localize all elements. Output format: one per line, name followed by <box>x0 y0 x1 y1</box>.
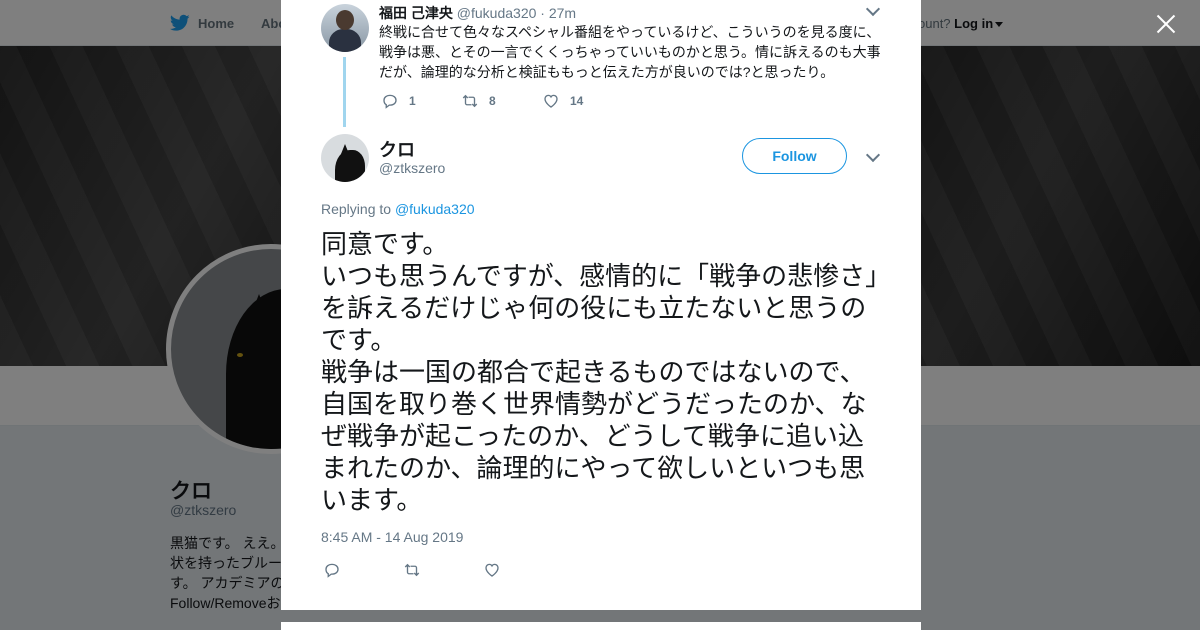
heart-icon <box>485 563 499 577</box>
tweet-author-name[interactable]: クロ <box>379 136 415 162</box>
like-button[interactable] <box>483 561 501 579</box>
retweet-button[interactable]: 8 <box>461 92 542 110</box>
chevron-down-icon[interactable] <box>865 147 881 163</box>
tweet-author-avatar[interactable] <box>321 134 369 182</box>
close-icon[interactable] <box>1154 12 1178 36</box>
replying-to-line: Replying to @fukuda320 <box>321 201 475 217</box>
retweet-button[interactable] <box>403 561 483 579</box>
retweet-icon <box>404 563 420 577</box>
retweet-count: 8 <box>489 94 496 108</box>
parent-tweet-author-handle[interactable]: @fukuda320 <box>457 5 537 21</box>
reply-button[interactable]: 1 <box>381 92 461 110</box>
like-count: 14 <box>570 94 584 108</box>
like-button[interactable]: 14 <box>542 92 583 110</box>
parent-tweet-actions: 1 8 14 <box>381 92 583 110</box>
parent-tweet-text: 終戦に合せて色々なスペシャル番組をやっているけど、こういうのを見る度に、戦争は悪… <box>379 24 881 80</box>
next-reply-card <box>281 622 921 630</box>
tweet-timestamp[interactable]: 8:45 AM - 14 Aug 2019 <box>321 529 463 545</box>
parent-tweet-author-name[interactable]: 福田 己津央 <box>379 5 453 21</box>
reply-count: 1 <box>409 94 416 108</box>
reply-icon <box>325 563 339 578</box>
reply-button[interactable] <box>323 561 403 579</box>
tweet-text: 同意です。 いつも思うんですが、感情的に「戦争の悲惨さ」を訴えるだけじゃ何の役に… <box>321 229 879 515</box>
parent-tweet-avatar[interactable] <box>321 4 369 52</box>
tweet-actions <box>323 561 501 579</box>
replying-to-prefix: Replying to <box>321 201 392 217</box>
chevron-down-icon[interactable] <box>865 1 881 17</box>
tweet-author-handle[interactable]: @ztkszero <box>379 160 445 176</box>
parent-tweet-header: 福田 己津央 @fukuda320 · 27m <box>379 3 576 23</box>
replying-to-link[interactable]: @fukuda320 <box>395 201 475 217</box>
tweet-permalink-modal: 福田 己津央 @fukuda320 · 27m 終戦に合せて色々なスペシャル番組… <box>281 0 921 610</box>
reply-icon <box>383 94 397 109</box>
retweet-icon <box>462 94 478 108</box>
heart-icon <box>544 94 558 108</box>
follow-button[interactable]: Follow <box>742 138 847 174</box>
parent-tweet-timestamp[interactable]: · 27m <box>540 5 576 21</box>
conversation-thread-line <box>343 57 346 127</box>
